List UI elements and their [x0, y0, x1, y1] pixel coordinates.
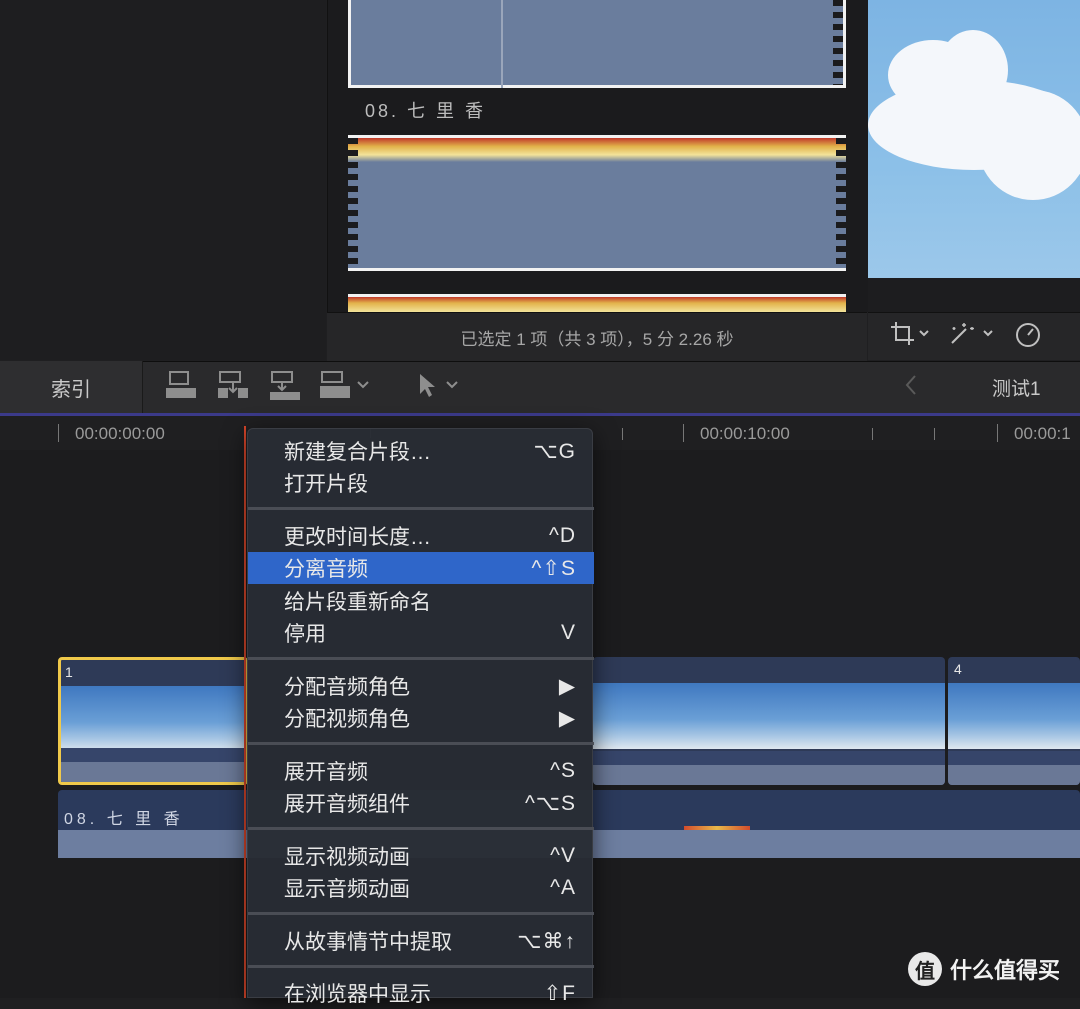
timeline-toolbar — [0, 361, 1080, 415]
menu-item-show-audio-animation[interactable]: 显示音频动画 ^A — [248, 872, 594, 904]
audio-peak-band — [348, 138, 846, 162]
menu-separator — [248, 657, 594, 660]
viewer[interactable] — [868, 0, 1080, 278]
append-clip-icon[interactable] — [164, 370, 198, 402]
index-button[interactable]: 索引 — [0, 361, 143, 413]
speed-gauge-icon[interactable] — [1014, 321, 1044, 353]
audio-clip-label: 08. 七 里 香 — [64, 811, 184, 828]
magic-wand-icon[interactable] — [948, 321, 996, 353]
menu-item-new-compound[interactable]: 新建复合片段… ⌥G — [248, 435, 594, 467]
project-name: 测试1 — [992, 379, 1041, 400]
insert-clip-icon[interactable] — [216, 370, 250, 402]
chevron-left-icon[interactable] — [904, 373, 918, 403]
timecode-1: 00:00:10:00 — [700, 424, 790, 443]
ruler-tick — [934, 428, 935, 440]
menu-separator — [248, 965, 594, 968]
context-menu: 新建复合片段… ⌥G 打开片段 更改时间长度… ^D 分离音频 ^⇧S 给片段重新命名… — [247, 428, 594, 1006]
clip-thumbnail — [593, 683, 945, 749]
watermark-badge: 值 — [908, 952, 942, 986]
menu-item-lift-from-storyline[interactable]: 从故事情节中提取 ⌥⌘↑ — [248, 925, 594, 957]
playhead[interactable] — [244, 426, 246, 998]
timeline-clip-3[interactable] — [593, 657, 945, 785]
viewer-tools — [868, 312, 1080, 360]
overwrite-clip-icon[interactable] — [318, 370, 372, 402]
connect-clip-icon[interactable] — [268, 370, 302, 402]
menu-separator — [248, 827, 594, 830]
submenu-arrow-icon: ▶ — [558, 674, 576, 698]
menu-item-expand-audio-components[interactable]: 展开音频组件 ^⌥S — [248, 787, 594, 819]
watermark-text: 什么值得买 — [950, 958, 1061, 983]
watermark: 值 什么值得买 — [908, 952, 1060, 986]
select-tool-icon[interactable] — [414, 370, 464, 402]
clip-number: 1 — [65, 664, 73, 680]
crop-icon[interactable] — [890, 321, 930, 353]
clip-audio-wave — [593, 751, 945, 785]
ruler-tick — [683, 424, 684, 442]
cloud — [978, 90, 1080, 200]
clip-thumbnail — [61, 686, 245, 752]
timeline-clip-4[interactable]: 4 — [948, 657, 1080, 785]
menu-item-open-clip[interactable]: 打开片段 — [248, 467, 594, 499]
menu-separator — [248, 742, 594, 745]
menu-item-detach-audio[interactable]: 分离音频 ^⇧S — [248, 552, 594, 584]
library-panel — [0, 0, 326, 360]
menu-item-assign-audio-role[interactable]: 分配音频角色 ▶ — [248, 670, 594, 702]
menu-item-reveal-in-browser[interactable]: 在浏览器中显示 ⇧F — [248, 977, 594, 1009]
timeline-clip-1[interactable]: 1 — [58, 657, 248, 785]
menu-item-change-duration[interactable]: 更改时间长度… ^D — [248, 520, 594, 552]
ruler-tick — [997, 424, 998, 442]
menu-item-rename-clip[interactable]: 给片段重新命名 — [248, 585, 594, 617]
browser-clip-label: 08. 七 里 香 — [365, 101, 487, 121]
menu-separator — [248, 507, 594, 510]
clip-number: 4 — [954, 661, 962, 677]
browser-clip-top[interactable] — [348, 0, 846, 88]
browser-clip-audio[interactable] — [348, 135, 846, 271]
menu-item-assign-video-role[interactable]: 分配视频角色 ▶ — [248, 702, 594, 734]
browser-status-bar: 已选定 1 项（共 3 项），5 分 2.26 秒 — [327, 312, 867, 361]
menu-item-expand-audio[interactable]: 展开音频 ^S — [248, 755, 594, 787]
ruler-tick — [872, 428, 873, 440]
menu-item-show-video-animation[interactable]: 显示视频动画 ^V — [248, 840, 594, 872]
clip-audio-wave — [948, 751, 1080, 785]
menu-item-disable[interactable]: 停用 V — [248, 617, 594, 649]
menu-separator — [248, 912, 594, 915]
ruler-tick — [622, 428, 623, 440]
browser-clip-partial[interactable] — [348, 294, 846, 312]
skimmer-line — [501, 0, 503, 88]
clip-audio-wave — [61, 748, 245, 782]
timecode-2: 00:00:1 — [1014, 424, 1071, 443]
timecode-0: 00:00:00:00 — [75, 424, 165, 443]
selection-status: 已选定 1 项（共 3 项），5 分 2.26 秒 — [460, 329, 734, 349]
submenu-arrow-icon: ▶ — [558, 706, 576, 730]
ruler-tick — [58, 424, 59, 442]
audio-peak — [684, 826, 750, 830]
clip-thumbnail — [948, 683, 1080, 749]
